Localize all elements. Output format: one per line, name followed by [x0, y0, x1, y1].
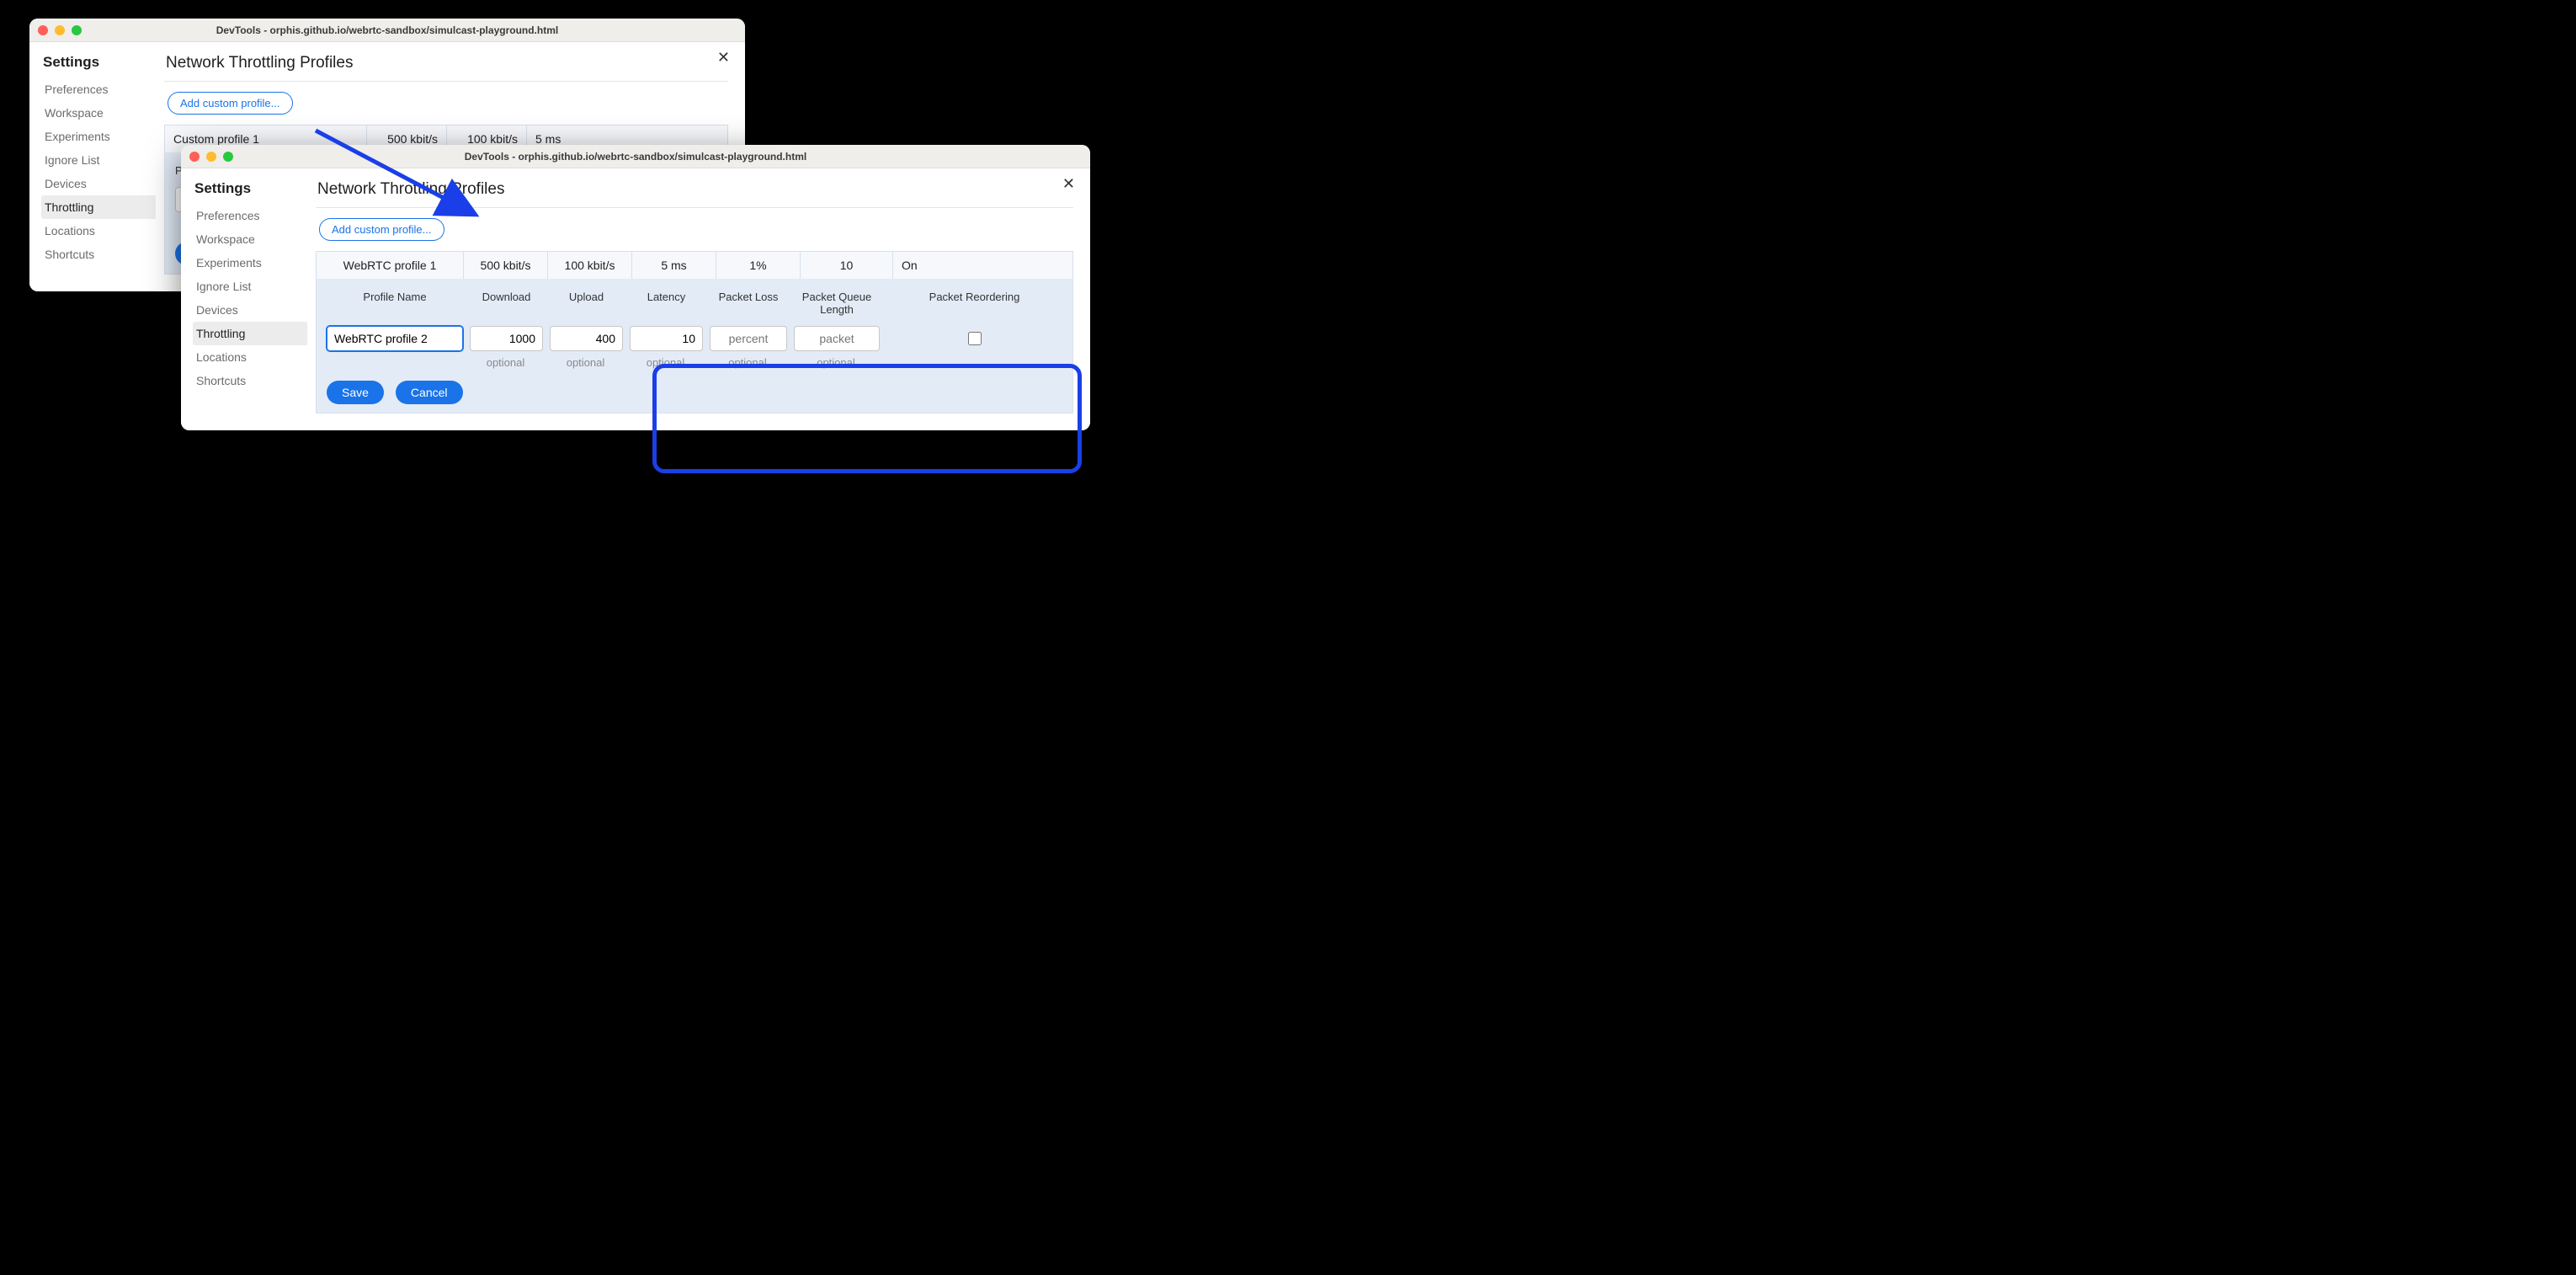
sidebar-item-ignore-list[interactable]: Ignore List	[41, 148, 156, 172]
hint-optional: optional	[546, 353, 626, 371]
sidebar-item-workspace[interactable]: Workspace	[193, 227, 307, 251]
sidebar-item-experiments[interactable]: Experiments	[41, 125, 156, 148]
settings-heading: Settings	[193, 180, 307, 197]
close-icon[interactable]: ✕	[1062, 175, 1075, 193]
titlebar: DevTools - orphis.github.io/webrtc-sandb…	[181, 145, 1090, 168]
titlebar: DevTools - orphis.github.io/webrtc-sandb…	[29, 19, 745, 42]
close-window-icon[interactable]	[189, 152, 200, 162]
col-packet-reorder: Packet Reordering	[883, 287, 1066, 324]
settings-heading: Settings	[41, 54, 156, 71]
hint-optional: optional	[706, 353, 790, 371]
sidebar-item-throttling[interactable]: Throttling	[193, 322, 307, 345]
upload-input[interactable]	[550, 326, 623, 351]
cell-latency: 5 ms	[632, 252, 716, 280]
sidebar-item-devices[interactable]: Devices	[41, 172, 156, 195]
col-packet-loss: Packet Loss	[706, 287, 790, 324]
cancel-button[interactable]: Cancel	[396, 381, 463, 404]
packet-loss-input[interactable]	[710, 326, 787, 351]
maximize-window-icon[interactable]	[223, 152, 233, 162]
hint-optional: optional	[790, 353, 883, 371]
sidebar-item-workspace[interactable]: Workspace	[41, 101, 156, 125]
add-custom-profile-button[interactable]: Add custom profile...	[168, 92, 293, 115]
sidebar-item-shortcuts[interactable]: Shortcuts	[41, 243, 156, 266]
sidebar-item-shortcuts[interactable]: Shortcuts	[193, 369, 307, 392]
sidebar-item-preferences[interactable]: Preferences	[193, 204, 307, 227]
cell-packet-loss: 1%	[716, 252, 801, 280]
window-title: DevTools - orphis.github.io/webrtc-sandb…	[29, 24, 745, 36]
profiles-table: WebRTC profile 1 500 kbit/s 100 kbit/s 5…	[316, 251, 1073, 413]
page-title: Network Throttling Profiles	[316, 177, 1073, 208]
cell-packet-queue: 10	[801, 252, 893, 280]
save-button[interactable]: Save	[327, 381, 384, 404]
col-latency: Latency	[626, 287, 706, 324]
cell-name: WebRTC profile 1	[317, 252, 464, 280]
download-input[interactable]	[470, 326, 543, 351]
sidebar-item-throttling[interactable]: Throttling	[41, 195, 156, 219]
window-title: DevTools - orphis.github.io/webrtc-sandb…	[181, 151, 1090, 163]
sidebar-item-locations[interactable]: Locations	[41, 219, 156, 243]
packet-reorder-checkbox[interactable]	[968, 332, 982, 345]
packet-queue-input[interactable]	[794, 326, 880, 351]
table-row[interactable]: WebRTC profile 1 500 kbit/s 100 kbit/s 5…	[317, 252, 1073, 280]
page-title: Network Throttling Profiles	[164, 51, 728, 82]
sidebar-item-locations[interactable]: Locations	[193, 345, 307, 369]
col-download: Download	[466, 287, 546, 324]
maximize-window-icon[interactable]	[72, 25, 82, 35]
cell-upload: 100 kbit/s	[548, 252, 632, 280]
latency-input[interactable]	[630, 326, 703, 351]
col-profile-name: Profile Name	[323, 287, 466, 324]
add-custom-profile-button[interactable]: Add custom profile...	[319, 218, 444, 241]
minimize-window-icon[interactable]	[206, 152, 216, 162]
sidebar-item-experiments[interactable]: Experiments	[193, 251, 307, 275]
close-window-icon[interactable]	[38, 25, 48, 35]
minimize-window-icon[interactable]	[55, 25, 65, 35]
sidebar-item-preferences[interactable]: Preferences	[41, 77, 156, 101]
hint-optional: optional	[466, 353, 546, 371]
cell-download: 500 kbit/s	[464, 252, 548, 280]
profile-name-input[interactable]	[327, 326, 463, 351]
close-icon[interactable]: ✕	[717, 49, 730, 67]
cell-packet-reorder: On	[893, 252, 1073, 280]
col-upload: Upload	[546, 287, 626, 324]
col-packet-queue: Packet Queue Length	[790, 287, 883, 324]
sidebar-item-devices[interactable]: Devices	[193, 298, 307, 322]
hint-optional: optional	[626, 353, 706, 371]
sidebar-item-ignore-list[interactable]: Ignore List	[193, 275, 307, 298]
